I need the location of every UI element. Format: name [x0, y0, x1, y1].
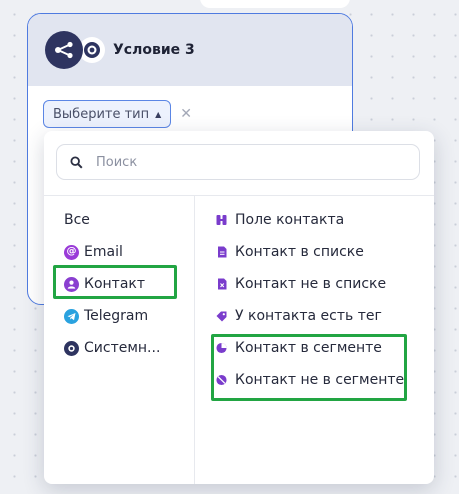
category-label: Контакт	[84, 276, 146, 292]
option-label: Поле контакта	[235, 212, 345, 228]
search-icon	[70, 155, 83, 169]
segment-not-in-icon	[216, 374, 227, 387]
telegram-icon	[64, 308, 79, 324]
at-sign-icon: @	[64, 244, 79, 260]
category-label: Системн...	[84, 340, 161, 356]
node-title: Условие 3	[113, 42, 195, 58]
search-input[interactable]: Поиск	[56, 144, 420, 180]
type-select[interactable]: Выберите тип ▲	[43, 100, 172, 128]
node-header: Условие 3	[28, 14, 352, 86]
caret-up-icon: ▲	[155, 109, 162, 119]
tag-icon	[216, 310, 227, 323]
category-telegram[interactable]: Telegram	[64, 305, 148, 327]
category-label: Email	[84, 244, 123, 260]
search-placeholder: Поиск	[96, 154, 138, 170]
type-select-value: Выберите тип	[53, 106, 150, 122]
type-select-row: Выберите тип ▲ ✕	[43, 100, 192, 128]
option-contact-field[interactable]: Поле контакта	[216, 209, 344, 231]
category-email[interactable]: @ Email	[64, 241, 123, 263]
category-contact[interactable]: Контакт	[64, 273, 145, 295]
category-label: Telegram	[84, 308, 149, 324]
option-contact-not-in-segment[interactable]: Контакт не в сегменте	[216, 369, 404, 391]
option-label: Контакт не в сегменте	[235, 372, 405, 388]
option-label: У контакта есть тег	[235, 308, 382, 324]
option-label: Контакт не в списке	[235, 276, 387, 292]
user-icon	[64, 276, 79, 292]
option-label: Контакт в сегменте	[235, 340, 382, 356]
share-nodes-icon	[45, 31, 83, 69]
adjacent-node-edge	[200, 0, 350, 8]
clear-icon[interactable]: ✕	[180, 106, 192, 122]
system-target-icon	[64, 340, 79, 356]
option-contact-in-segment[interactable]: Контакт в сегменте	[216, 337, 382, 359]
option-contact-has-tag[interactable]: У контакта есть тег	[216, 305, 382, 327]
list-in-icon	[216, 246, 227, 259]
divider	[194, 195, 195, 484]
type-dropdown: Поиск Все @ Email Контакт Telegram Систе…	[44, 131, 434, 484]
category-all[interactable]: Все	[64, 209, 90, 231]
option-contact-in-list[interactable]: Контакт в списке	[216, 241, 364, 263]
divider	[44, 195, 434, 196]
list-not-in-icon	[216, 278, 227, 291]
option-contact-not-in-list[interactable]: Контакт не в списке	[216, 273, 386, 295]
category-system[interactable]: Системн...	[64, 337, 160, 359]
option-label: Контакт в списке	[235, 244, 364, 260]
contact-field-icon	[216, 214, 227, 227]
segment-in-icon	[216, 342, 227, 355]
category-label: Все	[64, 212, 90, 228]
